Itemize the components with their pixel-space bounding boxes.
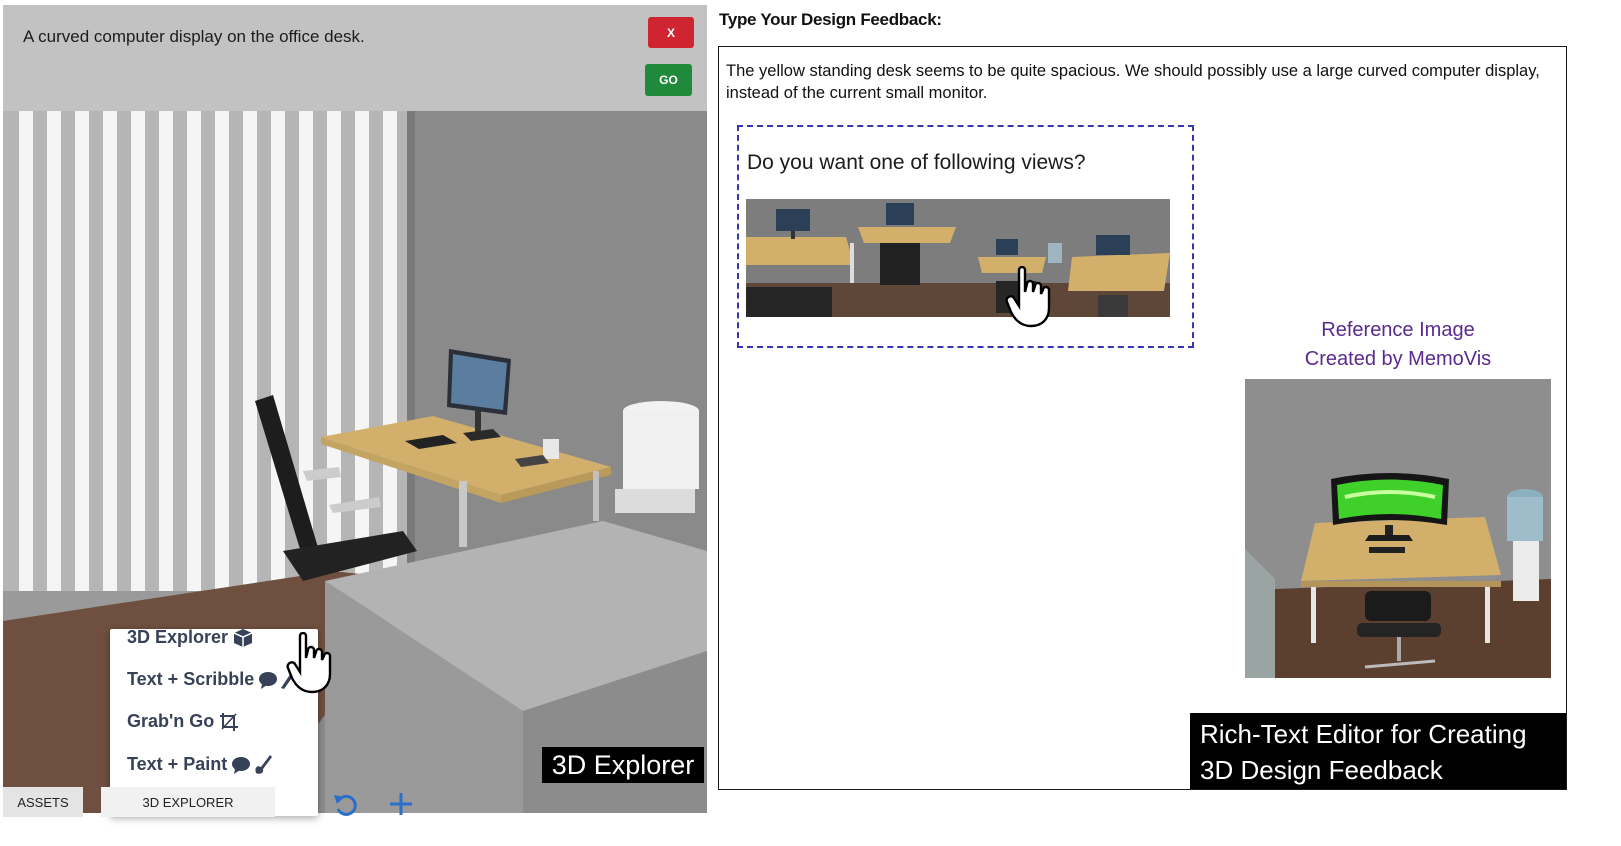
crop-icon [220,712,239,731]
feedback-title: Type Your Design Feedback: [719,10,942,29]
view-thumbnails-image [746,199,1170,317]
menu-item-grab-n-go[interactable]: Grab'n Go [127,711,239,732]
hand-cursor-icon [286,632,332,694]
menu-item-label: Text + Paint [127,753,228,774]
reference-image [1245,379,1551,678]
3d-viewport[interactable] [3,111,707,813]
prompt-text: A curved computer display on the office … [23,27,365,46]
tab-3d-explorer[interactable]: 3D EXPLORER [101,787,275,817]
menu-item-text-paint[interactable]: Text + Paint [127,753,273,775]
menu-item-text-scribble[interactable]: Text + Scribble [127,669,295,690]
menu-item-label: 3D Explorer [127,627,229,647]
reference-render [1245,379,1551,678]
view-thumbnails[interactable] [746,199,1170,317]
plus-icon[interactable] [388,791,414,817]
tab-assets[interactable]: ASSETS [3,787,83,817]
editor-label: Rich-Text Editor for Creating 3D Design … [1190,713,1566,789]
panel-label: 3D Explorer [542,747,704,783]
feedback-text[interactable]: The yellow standing desk seems to be qui… [726,60,1556,104]
undo-icon[interactable] [332,791,360,819]
menu-item-label: Grab'n Go [127,711,215,731]
reference-caption-line1: Reference Image [1321,319,1475,341]
cube-icon [233,628,253,647]
prompt-bar: A curved computer display on the office … [3,5,707,111]
office-scene [3,111,707,813]
go-button[interactable]: GO [645,64,692,96]
view-suggestion-question: Do you want one of following views? [747,151,1086,174]
comment-paint-icon [232,755,273,774]
menu-item-label: Text + Scribble [127,669,255,689]
reference-caption: Reference Image Created by MemoVis [1245,316,1551,374]
editor-label-line1: Rich-Text Editor for Creating [1200,719,1527,749]
close-button[interactable]: X [648,17,694,48]
explorer-panel: A curved computer display on the office … [3,5,707,813]
menu-item-3d-explorer[interactable]: 3D Explorer [127,627,253,648]
editor-label-line2: 3D Design Feedback [1200,755,1443,785]
hand-cursor-icon [1005,266,1051,328]
reference-caption-line2: Created by MemoVis [1304,348,1492,370]
